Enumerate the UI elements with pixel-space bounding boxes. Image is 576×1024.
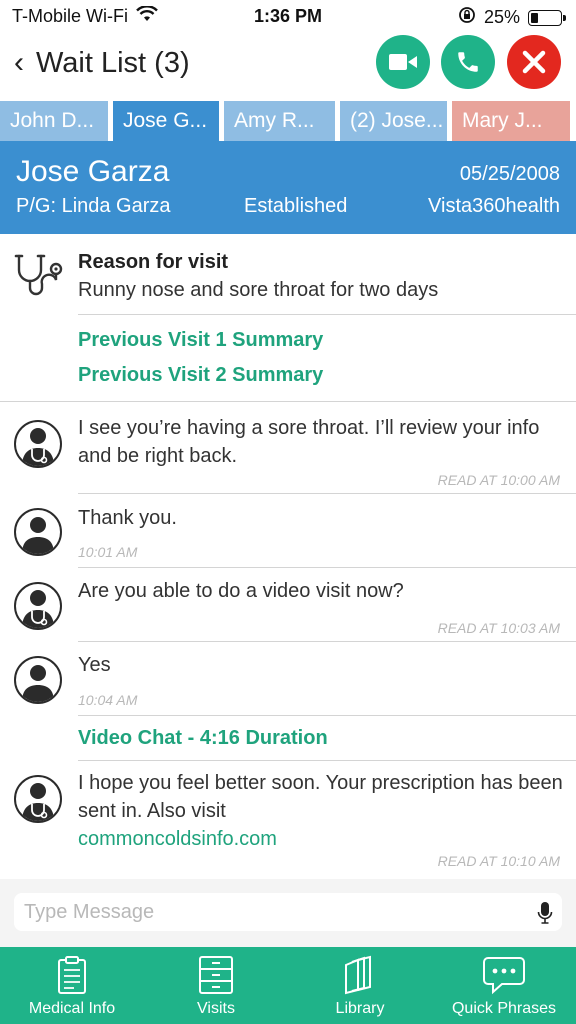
reason-title: Reason for visit <box>78 251 229 273</box>
patient-tab[interactable]: Amy R... <box>224 101 335 141</box>
patient-clinic: Vista360health <box>428 195 560 217</box>
close-icon <box>522 50 546 74</box>
message-text: Are you able to do a video visit now? <box>78 580 404 602</box>
message-item: Are you able to do a video visit now? RE… <box>0 568 576 642</box>
message-text: I see you’re having a sore throat. I’ll … <box>78 417 540 467</box>
compose-bar <box>0 879 576 947</box>
message-text: Thank you. <box>78 507 177 529</box>
tab-label: Library <box>335 1000 385 1017</box>
patient-tabs: John D... Jose G... Amy R... (2) Jose...… <box>0 101 576 141</box>
back-button[interactable]: ‹ <box>14 46 24 80</box>
cabinet-icon <box>144 955 288 995</box>
patient-tab[interactable]: Mary J... <box>452 101 570 141</box>
doctor-avatar-icon <box>14 775 62 823</box>
external-link[interactable]: commoncoldsinfo.com <box>78 828 277 850</box>
chat-bubble-icon <box>432 955 576 995</box>
message-item: I hope you feel better soon. Your prescr… <box>0 761 576 879</box>
phone-icon <box>458 52 478 72</box>
status-bar: T-Mobile Wi-Fi 1:36 PM 25% <box>0 0 576 34</box>
message-read-time: READ AT 10:03 AM <box>437 620 560 636</box>
tab-medical-info[interactable]: Medical Info <box>0 947 144 1024</box>
message-item: I see you’re having a sore throat. I’ll … <box>0 402 576 494</box>
status-right: 25% <box>458 6 566 29</box>
phone-call-button[interactable] <box>441 35 495 89</box>
bottom-tab-bar: Medical Info Visits Library Quick Phrase… <box>0 947 576 1024</box>
page-title: Wait List (3) <box>36 47 190 79</box>
patient-dob: 05/25/2008 <box>459 163 560 185</box>
patient-tab[interactable]: (2) Jose... <box>340 101 447 141</box>
tab-quick-phrases[interactable]: Quick Phrases <box>432 947 576 1024</box>
patient-avatar-icon <box>14 508 62 556</box>
patient-header: Jose Garza 05/25/2008 P/G: Linda Garza E… <box>0 141 576 234</box>
reason-for-visit: Reason for visit Runny nose and sore thr… <box>0 234 576 402</box>
tab-label: Medical Info <box>28 1000 116 1017</box>
doctor-avatar-icon <box>14 582 62 630</box>
message-time: 10:04 AM <box>78 692 138 708</box>
message-time: 10:01 AM <box>78 544 138 560</box>
tab-library[interactable]: Library <box>288 947 432 1024</box>
video-camera-icon <box>389 54 417 70</box>
microphone-icon[interactable] <box>537 901 553 930</box>
patient-name: Jose Garza <box>16 155 170 188</box>
message-read-time: READ AT 10:00 AM <box>437 472 560 488</box>
divider <box>78 314 576 315</box>
video-call-button[interactable] <box>376 35 430 89</box>
end-visit-button[interactable] <box>507 35 561 89</box>
books-icon <box>288 955 432 995</box>
divider <box>78 715 576 716</box>
message-item: Thank you. 10:01 AM <box>0 494 576 568</box>
doctor-avatar-icon <box>14 420 62 468</box>
patient-guardian: P/G: Linda Garza <box>16 195 171 217</box>
orientation-lock-icon <box>458 6 476 29</box>
message-read-time: READ AT 10:10 AM <box>437 853 560 869</box>
battery-icon <box>528 9 566 26</box>
previous-visit-2-link[interactable]: Previous Visit 2 Summary <box>78 364 323 387</box>
patient-tab-active[interactable]: Jose G... <box>113 101 219 141</box>
message-input[interactable] <box>14 893 562 931</box>
previous-visit-1-link[interactable]: Previous Visit 1 Summary <box>78 329 323 352</box>
tab-visits[interactable]: Visits <box>144 947 288 1024</box>
tab-label: Quick Phrases <box>451 1000 557 1017</box>
message-item: Yes 10:04 AM <box>0 642 576 716</box>
patient-tab[interactable]: John D... <box>0 101 108 141</box>
message-text: I hope you feel better soon. Your prescr… <box>78 769 566 853</box>
video-chat-link[interactable]: Video Chat - 4:16 Duration <box>78 727 328 750</box>
message-body: I hope you feel better soon. Your prescr… <box>78 772 563 822</box>
reason-text: Runny nose and sore throat for two days <box>78 279 439 301</box>
message-text: Yes <box>78 654 111 676</box>
nav-bar: ‹ Wait List (3) <box>0 34 576 96</box>
tab-label: Visits <box>197 1000 235 1017</box>
patient-avatar-icon <box>14 656 62 704</box>
patient-status: Established <box>244 195 348 217</box>
stethoscope-icon <box>14 250 64 305</box>
battery-percent: 25% <box>483 7 520 27</box>
clipboard-icon <box>0 955 144 995</box>
